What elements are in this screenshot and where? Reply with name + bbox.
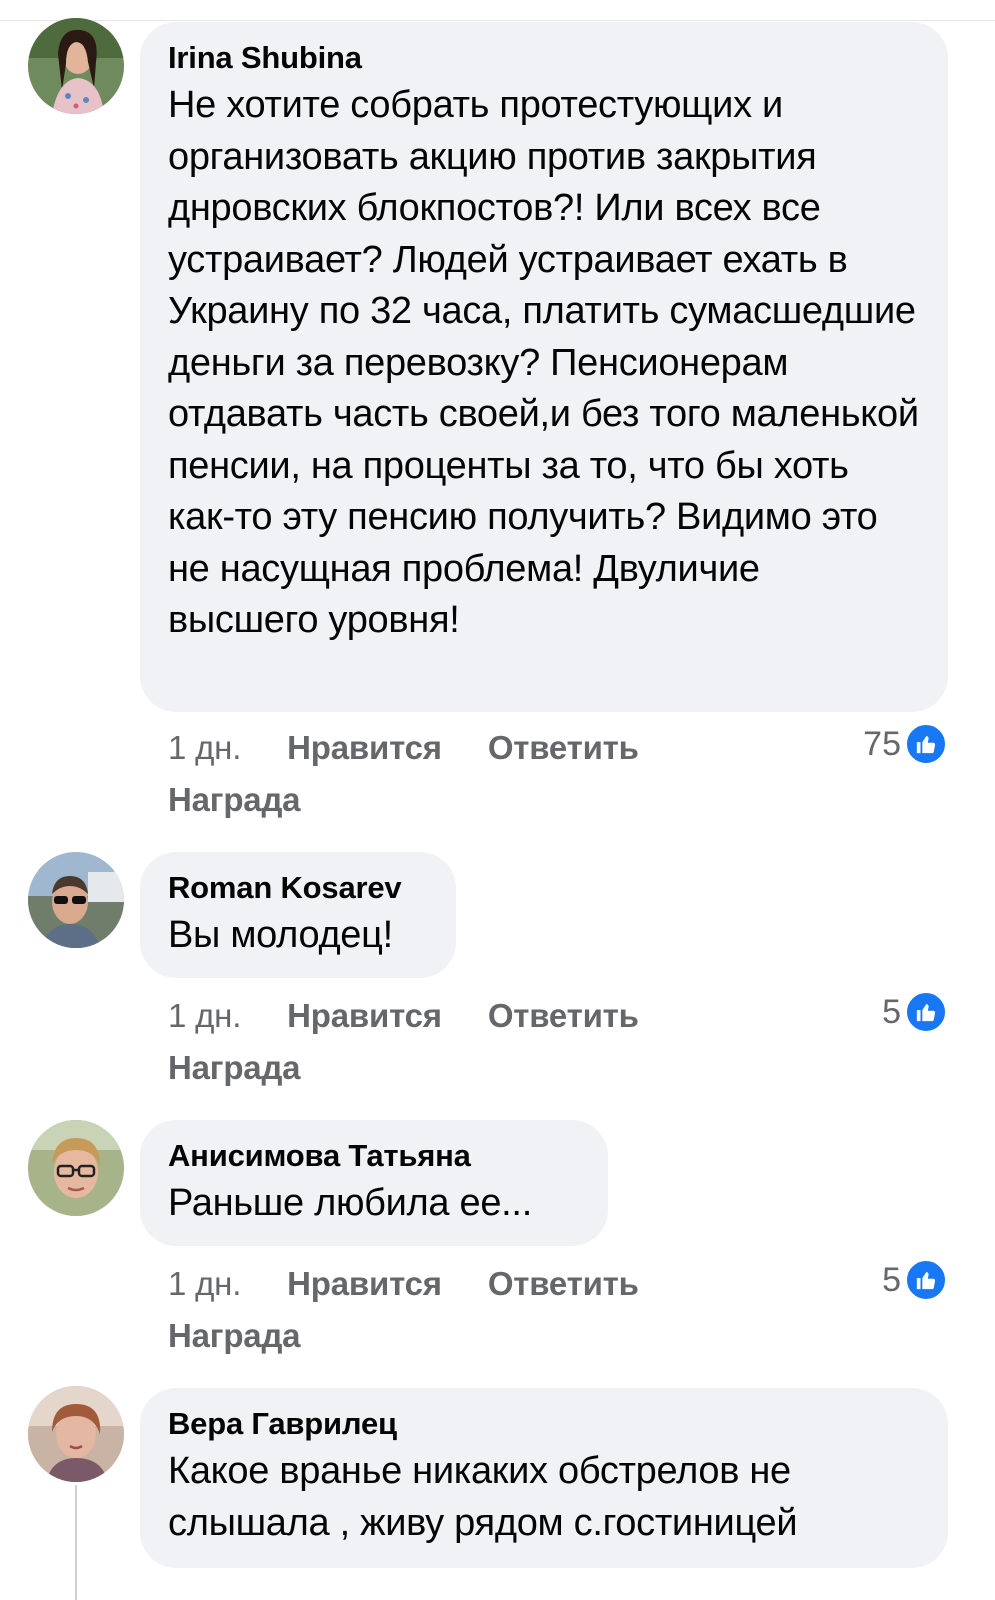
comment-author[interactable]: Анисимова Татьяна xyxy=(168,1136,580,1176)
comment-text: Какое вранье никаких обстрелов не слышал… xyxy=(168,1450,798,1544)
avatar[interactable] xyxy=(28,852,124,948)
reaction-count: 5 xyxy=(882,992,901,1031)
like-button[interactable]: Нравится xyxy=(287,729,442,766)
like-icon xyxy=(905,1259,947,1301)
avatar[interactable] xyxy=(28,1386,124,1482)
comment-text: Вы молодец! xyxy=(168,914,393,956)
comment-author[interactable]: Irina Shubina xyxy=(168,38,920,78)
avatar-photo-icon xyxy=(28,1120,124,1216)
comment-author[interactable]: Вера Гаврилец xyxy=(168,1404,920,1444)
avatar-photo-icon xyxy=(28,18,124,114)
comment-text: Не хотите собрать протестующих и организ… xyxy=(168,84,919,641)
comment-author[interactable]: Roman Kosarev xyxy=(168,868,428,908)
reaction-summary[interactable]: 75 xyxy=(863,723,947,765)
comment-actions: 1 дн. Нравится Ответить Награда xyxy=(168,728,685,820)
reply-button[interactable]: Ответить xyxy=(488,729,639,766)
comment-text: Раньше любила ее... xyxy=(168,1182,532,1224)
award-button[interactable]: Награда xyxy=(168,780,685,820)
like-icon xyxy=(905,991,947,1033)
comment-actions: 1 дн. Нравится Ответить Награда xyxy=(168,1264,685,1356)
comment-bubble: Вера Гаврилец Какое вранье никаких обстр… xyxy=(140,1388,948,1568)
comment-bubble: Анисимова Татьяна Раньше любила ее... xyxy=(140,1120,608,1246)
comment-bubble: Roman Kosarev Вы молодец! xyxy=(140,852,456,978)
reaction-summary[interactable]: 5 xyxy=(882,991,947,1033)
award-button[interactable]: Награда xyxy=(168,1316,685,1356)
reply-button[interactable]: Ответить xyxy=(488,1265,639,1302)
top-divider xyxy=(0,0,995,21)
avatar-photo-icon xyxy=(28,852,124,948)
reaction-summary[interactable]: 5 xyxy=(882,1259,947,1301)
avatar[interactable] xyxy=(28,1120,124,1216)
comment-time[interactable]: 1 дн. xyxy=(168,997,241,1034)
comment-actions: 1 дн. Нравится Ответить Награда xyxy=(168,996,685,1088)
comment-bubble: Irina Shubina Не хотите собрать протесту… xyxy=(140,22,948,712)
award-button[interactable]: Награда xyxy=(168,1048,685,1088)
comment-time[interactable]: 1 дн. xyxy=(168,1265,241,1302)
reaction-count: 75 xyxy=(863,724,901,763)
comment-time[interactable]: 1 дн. xyxy=(168,729,241,766)
like-button[interactable]: Нравится xyxy=(287,1265,442,1302)
comments-page: Irina Shubina Не хотите собрать протесту… xyxy=(0,0,995,1600)
avatar[interactable] xyxy=(28,18,124,114)
reply-thread-line xyxy=(75,1485,77,1600)
like-button[interactable]: Нравится xyxy=(287,997,442,1034)
reaction-count: 5 xyxy=(882,1260,901,1299)
like-icon xyxy=(905,723,947,765)
reply-button[interactable]: Ответить xyxy=(488,997,639,1034)
avatar-photo-icon xyxy=(28,1386,124,1482)
